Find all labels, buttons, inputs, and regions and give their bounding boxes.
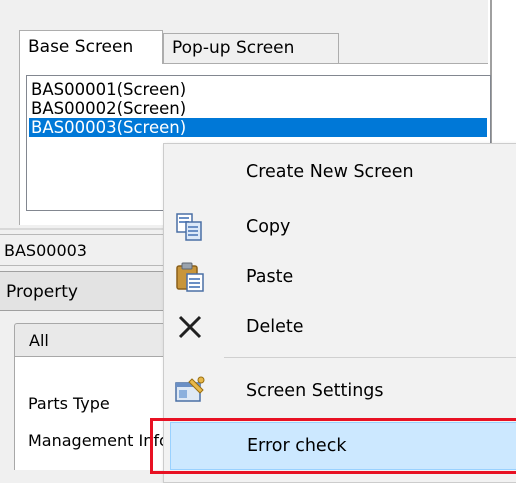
property-row-management: Management Info [28, 431, 168, 450]
tab-all[interactable]: All [14, 323, 168, 357]
selected-screen-name: BAS00003 [0, 234, 168, 266]
delete-icon [174, 311, 206, 343]
menu-item-paste[interactable]: Paste [166, 252, 516, 302]
property-header: Property [0, 271, 168, 311]
list-item[interactable]: BAS00002(Screen) [29, 99, 186, 118]
menu-label: Delete [246, 317, 304, 337]
menu-separator [224, 357, 516, 358]
menu-label: Screen Settings [246, 381, 384, 401]
menu-item-create-new-screen[interactable]: Create New Screen [166, 147, 516, 197]
menu-label: Paste [246, 267, 294, 287]
tab-popup-screen[interactable]: Pop-up Screen [163, 33, 339, 63]
screen-settings-icon [174, 375, 206, 407]
tab-base-screen[interactable]: Base Screen [19, 30, 163, 64]
callout-highlight [150, 418, 516, 474]
copy-icon [174, 211, 206, 243]
menu-item-delete[interactable]: Delete [166, 302, 516, 352]
list-item-selected[interactable]: BAS00003(Screen) [29, 118, 487, 137]
menu-label: Create New Screen [246, 162, 414, 182]
menu-label: Copy [246, 217, 291, 237]
list-item[interactable]: BAS00001(Screen) [29, 80, 186, 99]
paste-icon [174, 261, 206, 293]
property-row-parts-type: Parts Type [28, 394, 110, 413]
menu-item-copy[interactable]: Copy [166, 202, 516, 252]
menu-item-screen-settings[interactable]: Screen Settings [166, 366, 516, 416]
